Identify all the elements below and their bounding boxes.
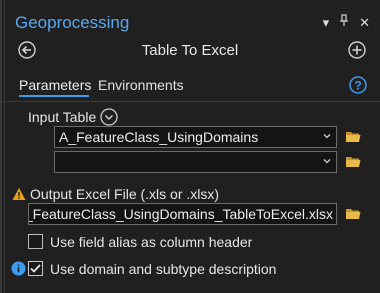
add-button[interactable]: [348, 41, 366, 59]
pane-header-controls: ▾ ✕: [323, 14, 370, 31]
expand-input-button[interactable]: [100, 108, 118, 126]
pane-title: Geoprocessing: [15, 13, 130, 32]
output-file-input[interactable]: ACE\A_FeatureClass_UsingDomains_TableToE…: [28, 203, 337, 225]
tool-title: Table To Excel: [141, 42, 239, 59]
active-tab-indicator: [19, 95, 89, 97]
chevron-down-icon: [100, 108, 118, 126]
folder-icon: [346, 209, 361, 219]
domain-subtype-checkbox[interactable]: [28, 261, 43, 276]
dropdown-caret-icon: [323, 159, 331, 164]
tab-environments[interactable]: Environments: [98, 77, 184, 93]
checkmark-icon: [30, 264, 41, 273]
browse-output-button[interactable]: [345, 207, 361, 220]
input-table-combo-empty[interactable]: [54, 151, 337, 173]
pin-icon[interactable]: [339, 14, 349, 31]
input-table-value: A_FeatureClass_UsingDomains: [59, 129, 259, 145]
svg-text:?: ?: [354, 79, 361, 93]
field-alias-checkbox[interactable]: [28, 234, 43, 249]
info-icon[interactable]: [11, 261, 26, 276]
folder-icon: [346, 157, 361, 167]
output-file-value: ACE\A_FeatureClass_UsingDomains_TableToE…: [29, 206, 333, 222]
field-alias-label: Use field alias as column header: [50, 234, 253, 250]
input-table-combo[interactable]: A_FeatureClass_UsingDomains: [54, 126, 337, 148]
folder-icon: [346, 132, 361, 142]
help-button[interactable]: ?: [349, 76, 367, 94]
add-icon: [348, 41, 366, 59]
help-icon: ?: [349, 76, 367, 94]
browse-input-button-2[interactable]: [345, 155, 361, 168]
warning-icon: [12, 187, 26, 201]
input-table-label: Input Table: [28, 109, 97, 125]
close-icon[interactable]: ✕: [359, 15, 370, 31]
pane-menu-icon[interactable]: ▾: [323, 15, 330, 31]
tab-parameters[interactable]: Parameters: [19, 77, 91, 93]
dropdown-caret-icon: [323, 134, 331, 139]
tabs-divider: [0, 101, 380, 102]
browse-input-button[interactable]: [345, 130, 361, 143]
domain-subtype-label: Use domain and subtype description: [50, 261, 277, 277]
output-file-label: Output Excel File (.xls or .xlsx): [30, 186, 220, 202]
geoprocessing-pane: Geoprocessing ▾ ✕ Table To Excel Paramet…: [0, 0, 380, 293]
